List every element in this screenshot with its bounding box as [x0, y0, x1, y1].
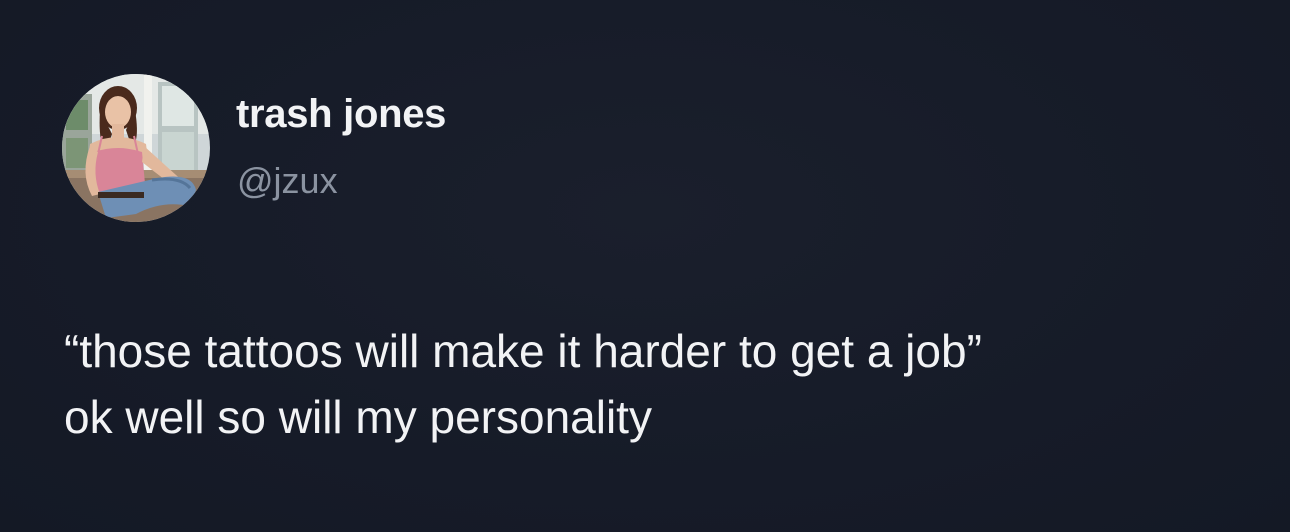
profile-photo-icon	[62, 74, 210, 222]
author-handle[interactable]: @jzux	[237, 160, 338, 202]
author-display-name[interactable]: trash jones	[236, 92, 446, 137]
tweet-card: trash jones @jzux “those tattoos will ma…	[0, 0, 1290, 532]
tweet-text-line: “those tattoos will make it harder to ge…	[64, 325, 982, 377]
tweet-text: “those tattoos will make it harder to ge…	[64, 318, 1244, 450]
avatar[interactable]	[62, 74, 210, 222]
tweet-text-line: ok well so will my personality	[64, 391, 652, 443]
